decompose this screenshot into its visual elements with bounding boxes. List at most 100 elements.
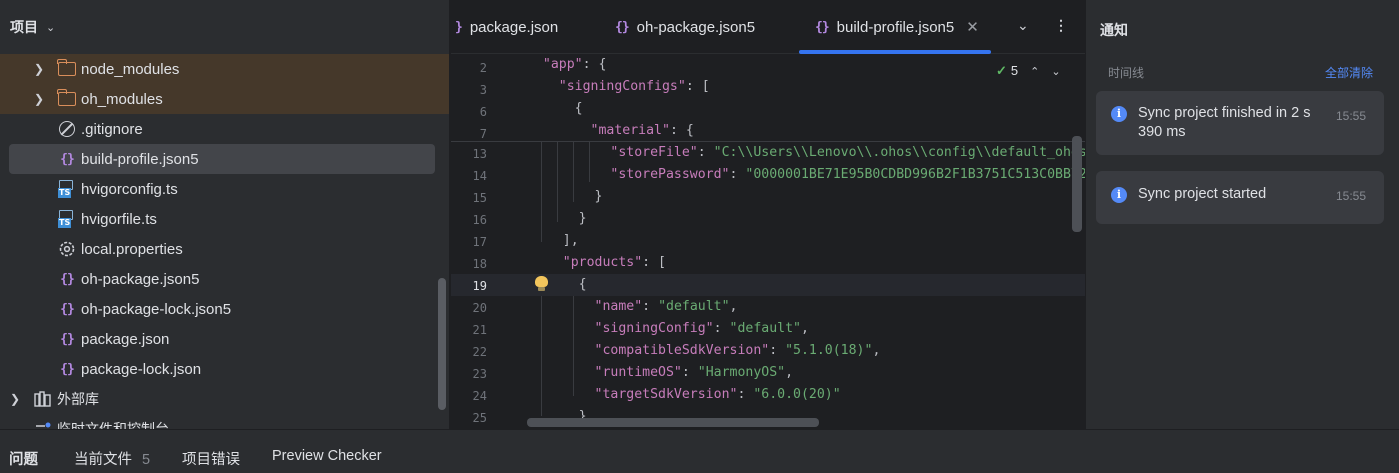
tree-item-oh-modules[interactable]: ❯ oh_modules xyxy=(0,84,449,114)
tab-oh-package-json5[interactable]: {} oh-package.json5 xyxy=(615,0,755,54)
tree-item-external-libraries[interactable]: ❯ 外部库 xyxy=(0,384,449,414)
notification-time: 15:55 xyxy=(1335,109,1366,123)
close-icon[interactable]: ✕ xyxy=(966,18,979,36)
project-panel-header[interactable]: 项目 ⌄ xyxy=(0,0,449,54)
tab-current-file[interactable]: 当前文件 5 xyxy=(74,448,150,469)
more-options-icon[interactable]: ⋮ xyxy=(1054,17,1068,34)
line-number: 3 xyxy=(479,83,487,97)
tab-build-profile-json5[interactable]: {} build-profile.json5 ✕ xyxy=(799,0,991,54)
info-icon: i xyxy=(1111,106,1127,122)
tree-item-oh-package[interactable]: {} oh-package.json5 xyxy=(0,264,449,294)
sticky-lines[interactable]: 2 "app": { 3 "signingConfigs": [ 6 { 7 "… xyxy=(451,54,1085,142)
code-line-store-password[interactable]: "storePassword": "0000001BE71E95B0CDBD99… xyxy=(531,167,1085,182)
json-file-icon: {} xyxy=(60,151,75,167)
line-number: 23 xyxy=(472,367,487,381)
chevron-right-icon[interactable]: ❯ xyxy=(34,92,44,106)
project-scrollbar[interactable] xyxy=(438,278,446,410)
code-editor[interactable]: 13 "storeFile": "C:\\Users\\Lenovo\\.oho… xyxy=(451,0,1085,429)
tree-item-local-properties[interactable]: local.properties xyxy=(0,234,449,264)
line-number: 13 xyxy=(472,147,487,161)
tree-item-label: hvigorfile.ts xyxy=(81,210,157,228)
notification-card[interactable]: i Sync project finished in 2 s 390 ms 15… xyxy=(1096,91,1384,155)
tab-problems[interactable]: 问题 xyxy=(9,448,38,469)
scratch-console-icon xyxy=(33,419,53,429)
tab-label: 项目错误 xyxy=(182,452,240,468)
tab-package-json[interactable]: } package.json xyxy=(455,0,558,54)
tree-item-oh-package-lock[interactable]: {} oh-package-lock.json5 xyxy=(0,294,449,324)
code-line-products[interactable]: "products": [ xyxy=(531,255,666,270)
inspection-count: 5 xyxy=(1010,63,1019,78)
code-line[interactable]: } xyxy=(531,211,587,226)
tab-project-errors[interactable]: 项目错误 xyxy=(182,448,240,469)
tree-item-label: local.properties xyxy=(81,240,183,258)
tree-item-hvigorconfig[interactable]: TS hvigorconfig.ts xyxy=(0,174,449,204)
code-line[interactable]: { xyxy=(527,101,583,116)
tree-item-node-modules[interactable]: ❯ node_modules xyxy=(0,54,449,84)
lightbulb-icon[interactable] xyxy=(535,276,548,291)
ignore-file-icon xyxy=(57,119,77,139)
editor-vertical-scrollbar[interactable] xyxy=(1072,136,1082,232)
tree-item-label: node_modules xyxy=(81,60,180,78)
code-line-signing-config[interactable]: "signingConfig": "default", xyxy=(531,321,809,336)
notifications-title: 通知 xyxy=(1100,22,1128,38)
gear-icon xyxy=(57,239,77,259)
tab-label: 问题 xyxy=(9,452,38,468)
line-number: 20 xyxy=(472,301,487,315)
line-number: 17 xyxy=(472,235,487,249)
line-number: 2 xyxy=(479,61,487,75)
json-file-icon: {} xyxy=(815,19,830,35)
notification-message: Sync project started xyxy=(1138,186,1267,202)
tree-item-label: oh-package-lock.json5 xyxy=(81,300,232,318)
tree-item-build-profile[interactable]: {} build-profile.json5 xyxy=(9,144,435,174)
notification-card[interactable]: i Sync project started 15:55 xyxy=(1096,171,1384,224)
info-icon: i xyxy=(1111,187,1127,203)
tree-item-package-json[interactable]: {} package.json xyxy=(0,324,449,354)
json-file-icon: {} xyxy=(60,361,75,377)
tree-item-label: 外部库 xyxy=(57,391,99,407)
line-number: 16 xyxy=(472,213,487,227)
code-line-signing-configs[interactable]: "signingConfigs": [ xyxy=(527,79,710,94)
code-line-store-file[interactable]: "storeFile": "C:\\Users\\Lenovo\\.ohos\\… xyxy=(531,145,1085,160)
code-line[interactable]: } xyxy=(531,189,603,204)
code-line-name[interactable]: "name": "default", xyxy=(531,299,738,314)
json-file-icon: } xyxy=(455,19,463,35)
notifications-panel: 通知 时间线 全部清除 i Sync project finished in 2… xyxy=(1085,0,1399,429)
folder-icon xyxy=(57,59,77,79)
tree-item-package-lock[interactable]: {} package-lock.json xyxy=(0,354,449,384)
check-icon: ✓ xyxy=(996,63,1007,78)
chevron-down-icon[interactable]: ⌄ xyxy=(1017,17,1029,34)
code-line-compatible-sdk[interactable]: "compatibleSdkVersion": "5.1.0(18)", xyxy=(531,343,881,358)
tree-item-label: package-lock.json xyxy=(81,360,202,378)
code-line-app[interactable]: "app": { xyxy=(527,57,607,72)
code-line[interactable]: ], xyxy=(531,233,579,248)
bottom-tool-bar: 问题 当前文件 5 项目错误 Preview Checker xyxy=(0,429,1399,473)
chevron-right-icon[interactable]: ❯ xyxy=(10,392,20,406)
code-line-target-sdk[interactable]: "targetSdkVersion": "6.0.0(20)" xyxy=(531,387,841,402)
chevron-down-icon[interactable]: ⌄ xyxy=(46,21,55,34)
tab-label: build-profile.json5 xyxy=(836,18,955,36)
line-number: 22 xyxy=(472,345,487,359)
tree-item-hvigorfile[interactable]: TS hvigorfile.ts xyxy=(0,204,449,234)
tree-item-gitignore[interactable]: .gitignore xyxy=(0,114,449,144)
chevron-up-icon[interactable]: ⌃ xyxy=(1030,66,1039,78)
tab-label: 当前文件 xyxy=(74,452,132,468)
folder-icon xyxy=(57,89,77,109)
code-line-material[interactable]: "material": { xyxy=(527,123,694,138)
timeline-label: 时间线 xyxy=(1108,66,1145,80)
chevron-right-icon[interactable]: ❯ xyxy=(34,62,44,76)
tree-item-label: build-profile.json5 xyxy=(81,150,199,168)
code-line-runtime-os[interactable]: "runtimeOS": "HarmonyOS", xyxy=(531,365,794,380)
tree-item-scratches[interactable]: 临时文件和控制台 xyxy=(0,414,449,429)
tab-preview-checker[interactable]: Preview Checker xyxy=(272,448,382,464)
tree-item-label: package.json xyxy=(81,330,170,348)
inspection-widget[interactable]: ✓ 5 ⌃ ⌄ xyxy=(996,63,1061,79)
line-number-current: 19 xyxy=(472,279,487,293)
project-panel: 项目 ⌄ ❯ node_modules ❯ oh_modules .gitign… xyxy=(0,0,450,429)
notification-time: 15:55 xyxy=(1335,189,1366,203)
editor-horizontal-scrollbar[interactable] xyxy=(527,418,819,427)
chevron-down-icon[interactable]: ⌄ xyxy=(1051,66,1060,78)
line-number: 15 xyxy=(472,191,487,205)
tab-label: oh-package.json5 xyxy=(636,18,756,36)
clear-all-link[interactable]: 全部清除 xyxy=(1325,64,1373,81)
tree-item-label: .gitignore xyxy=(81,120,143,138)
